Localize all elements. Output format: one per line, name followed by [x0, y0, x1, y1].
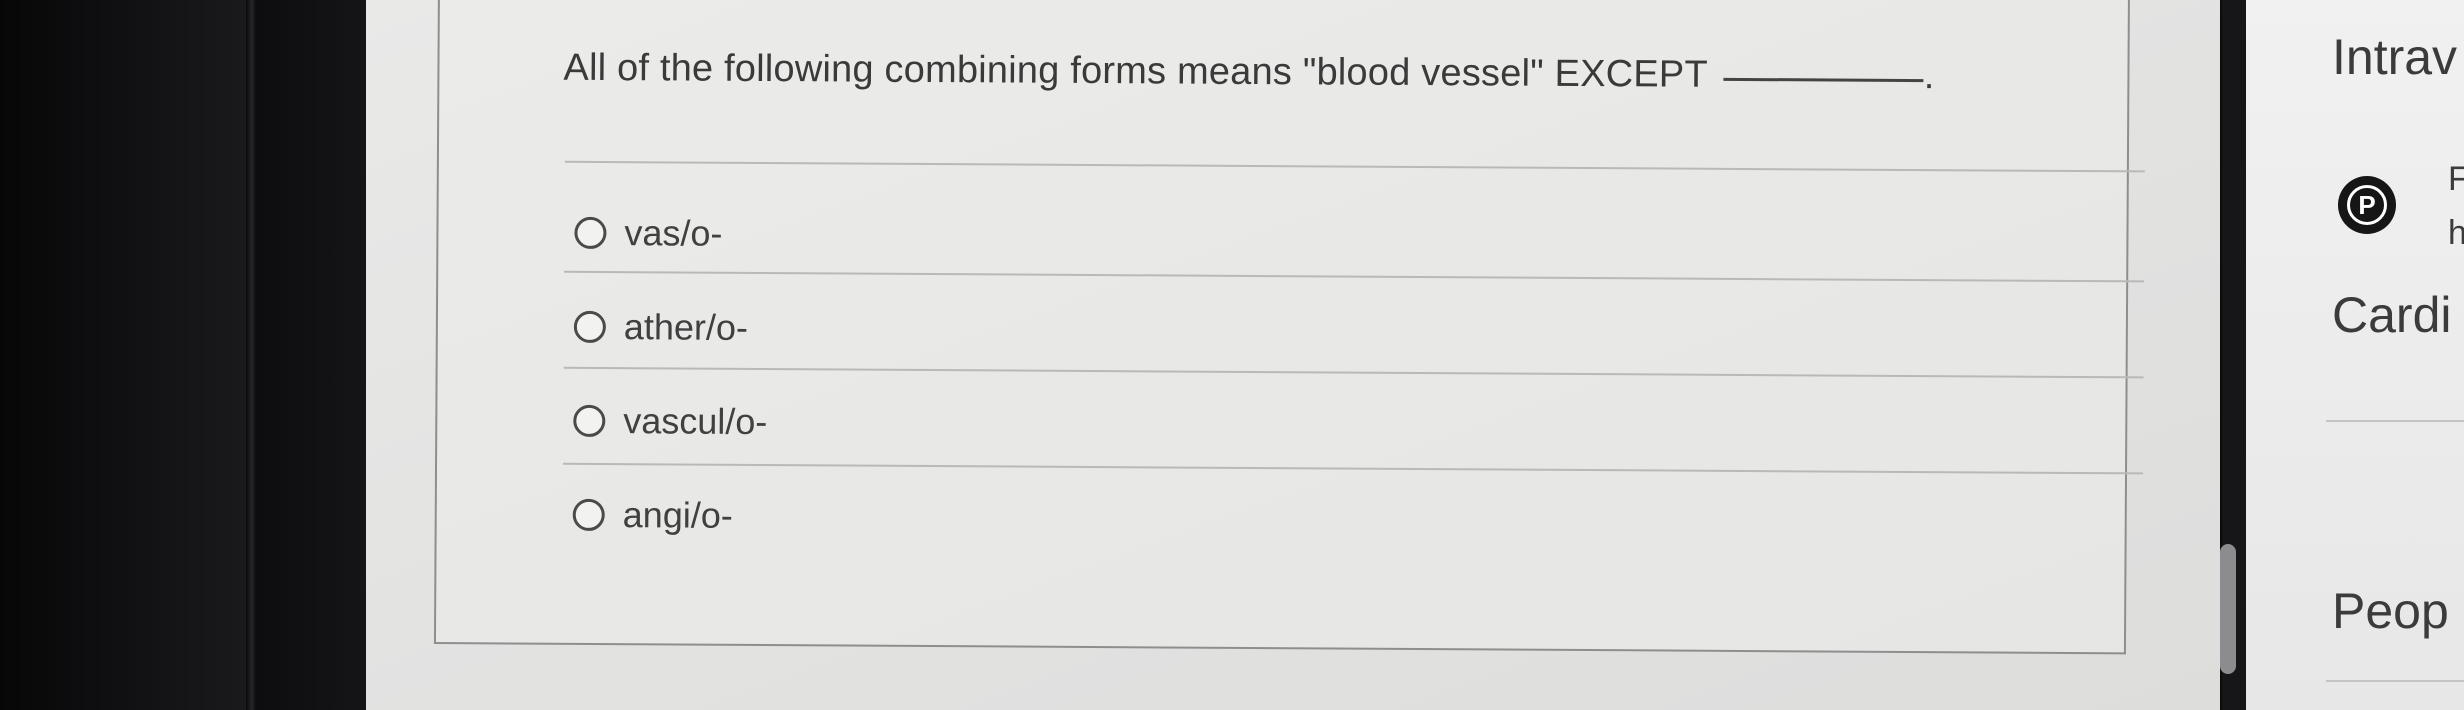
option-athero[interactable]: ather/o- [573, 299, 749, 356]
question-end-punct: . [1923, 55, 1935, 98]
option-divider [564, 270, 2145, 283]
pearson-logo-icon: P [2338, 176, 2396, 234]
quiz-page: All of the following combining forms mea… [366, 0, 2220, 710]
option-label: vas/o- [624, 212, 723, 254]
sidebar-heading-cardi[interactable]: Cardi [2332, 286, 2451, 344]
option-label: ather/o- [623, 306, 749, 348]
sidebar-divider [2326, 680, 2464, 682]
sidebar-heading-intrav[interactable]: Intrav [2332, 28, 2457, 86]
sidebar-divider [2326, 420, 2464, 422]
monitor-bezel-inner [256, 0, 366, 710]
sidebar-text-h: h [2448, 214, 2464, 252]
option-divider [563, 462, 2144, 475]
question-prompt: All of the following combining forms mea… [563, 47, 1934, 98]
radio-icon[interactable] [574, 216, 607, 250]
question-text: All of the following combining forms mea… [563, 46, 1708, 96]
right-sidebar: Intrav P F h Cardi Peop [2246, 0, 2464, 710]
scrollbar-thumb[interactable] [2220, 544, 2236, 674]
option-angio[interactable]: angi/o- [572, 487, 733, 544]
option-label: angi/o- [622, 494, 733, 536]
monitor-bezel-seam [246, 0, 256, 710]
option-divider [563, 366, 2144, 379]
sidebar-text-f: F [2448, 160, 2464, 198]
photo-stage: All of the following combining forms mea… [0, 0, 2464, 710]
question-card: All of the following combining forms mea… [433, 0, 2145, 655]
radio-icon[interactable] [572, 498, 605, 532]
monitor-bezel-left [0, 0, 262, 710]
option-label: vascul/o- [623, 400, 768, 443]
option-vaso[interactable]: vas/o- [574, 205, 723, 262]
answer-blank [1723, 77, 1924, 83]
divider-top [564, 160, 2145, 173]
option-vasculo[interactable]: vascul/o- [573, 393, 767, 450]
radio-icon[interactable] [573, 310, 606, 344]
radio-icon[interactable] [573, 404, 606, 438]
sidebar-heading-peop[interactable]: Peop [2332, 582, 2449, 640]
